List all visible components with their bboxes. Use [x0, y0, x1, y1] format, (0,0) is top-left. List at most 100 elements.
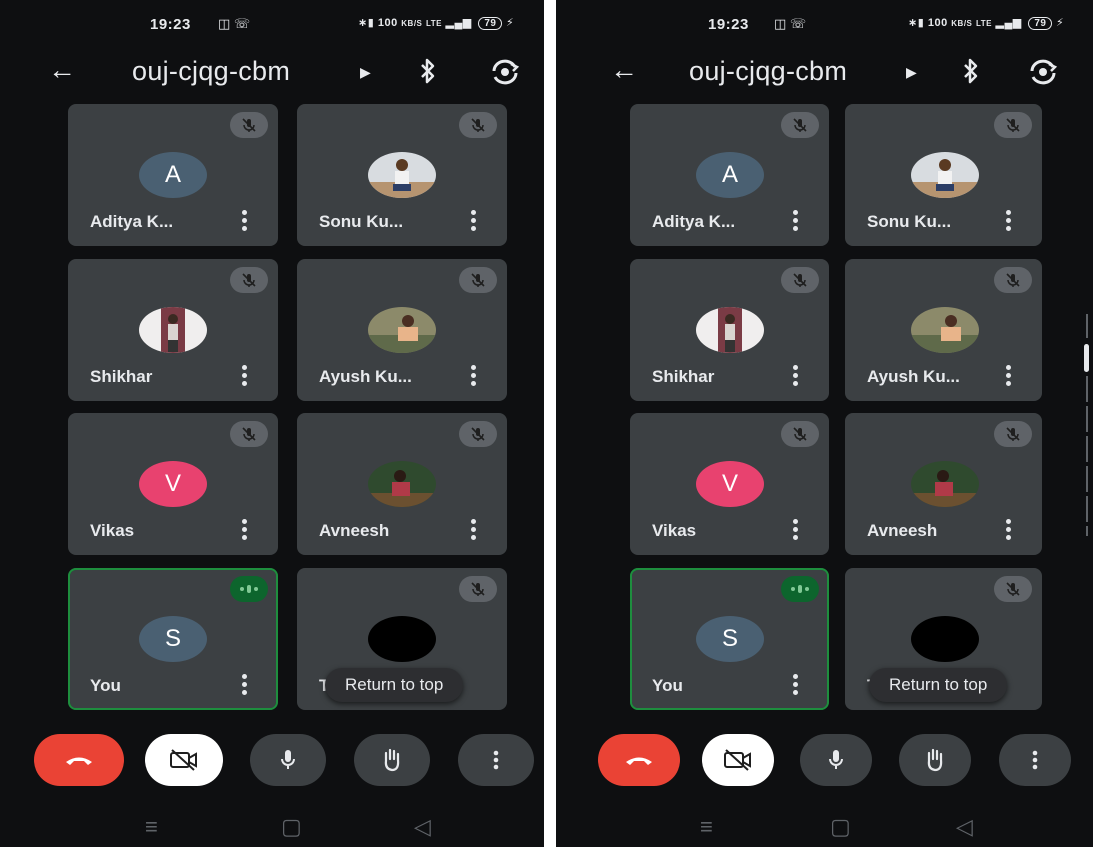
call-controls	[0, 734, 544, 792]
bluetooth-icon[interactable]	[961, 58, 981, 89]
more-options-button[interactable]	[999, 734, 1071, 786]
participant-tile[interactable]: Shikhar	[630, 259, 829, 401]
avatar-photo	[368, 307, 436, 353]
more-vert-icon[interactable]	[793, 674, 799, 695]
more-vert-icon[interactable]	[471, 519, 477, 540]
hangup-button[interactable]	[598, 734, 680, 786]
participant-tile[interactable]: Sonu Ku...	[297, 104, 507, 246]
net-unit: KB/S	[951, 19, 973, 28]
more-vert-icon[interactable]	[471, 365, 477, 386]
more-vert-icon[interactable]	[242, 210, 248, 231]
speaking-icon	[781, 576, 819, 602]
mic-off-icon	[781, 421, 819, 447]
participant-tile[interactable]: Ta Return to top	[845, 568, 1042, 710]
raise-hand-button[interactable]	[354, 734, 430, 786]
mic-off-icon	[230, 421, 268, 447]
participant-tile[interactable]: A Aditya K...	[68, 104, 278, 246]
recent-apps-icon[interactable]: ≡	[700, 814, 713, 840]
meeting-info-caret-icon[interactable]: ▶	[360, 64, 371, 81]
call-controls	[556, 734, 1093, 792]
participant-name: Sonu Ku...	[319, 212, 404, 231]
net-speed: 100	[927, 17, 948, 29]
mic-off-icon	[459, 576, 497, 602]
mic-toggle-button[interactable]	[800, 734, 872, 786]
status-notification-icons: ◫ ☏	[218, 16, 251, 31]
mic-off-icon	[230, 267, 268, 293]
more-vert-icon[interactable]	[1006, 519, 1012, 540]
avatar-photo	[368, 461, 436, 507]
participant-tile[interactable]: V Vikas	[630, 413, 829, 555]
participant-tile[interactable]: Sonu Ku...	[845, 104, 1042, 246]
more-options-button[interactable]	[458, 734, 534, 786]
more-vert-icon[interactable]	[793, 519, 799, 540]
scrollbar-thumb[interactable]	[1084, 344, 1089, 372]
signal-icon: ▂▄▆	[995, 17, 1022, 29]
signal-icon: ▂▄▆	[445, 17, 472, 29]
bluetooth-icon[interactable]	[418, 58, 438, 89]
avatar: V	[139, 461, 207, 507]
switch-camera-icon[interactable]	[1026, 58, 1060, 91]
more-vert-icon	[1032, 750, 1038, 770]
participant-name: You	[90, 676, 121, 695]
participant-name: Aditya K...	[90, 212, 174, 231]
meeting-code[interactable]: ouj-cjqg-cbm	[689, 56, 847, 87]
home-icon[interactable]: ▢	[830, 814, 851, 840]
mic-off-icon	[781, 267, 819, 293]
more-vert-icon[interactable]	[1006, 210, 1012, 231]
participant-tile[interactable]: Avneesh	[297, 413, 507, 555]
more-vert-icon[interactable]	[1006, 365, 1012, 386]
back-arrow-icon[interactable]: ←	[48, 54, 76, 86]
participant-tile[interactable]: Ta Return to top	[297, 568, 507, 710]
participant-name: Shikhar	[652, 367, 715, 386]
video-off-icon	[170, 749, 197, 771]
bluetooth-status-icon: ∗▮	[908, 17, 925, 29]
meeting-app-bar: ← ouj-cjqg-cbm ▶	[556, 52, 1093, 92]
mic-off-icon	[781, 112, 819, 138]
participant-tile[interactable]: Ayush Ku...	[297, 259, 507, 401]
participant-tile-self[interactable]: S You	[68, 568, 278, 710]
mic-icon	[829, 750, 843, 769]
meeting-code[interactable]: ouj-cjqg-cbm	[132, 56, 290, 87]
participant-tile[interactable]: Shikhar	[68, 259, 278, 401]
mic-toggle-button[interactable]	[250, 734, 326, 786]
avatar-photo	[139, 307, 207, 353]
participant-tile[interactable]: A Aditya K...	[630, 104, 829, 246]
battery-icon: 79	[1028, 17, 1053, 30]
more-vert-icon[interactable]	[471, 210, 477, 231]
grid-scrollbar[interactable]	[1084, 314, 1090, 536]
more-vert-icon[interactable]	[793, 365, 799, 386]
return-to-top-button[interactable]: Return to top	[869, 668, 1008, 702]
more-vert-icon[interactable]	[793, 210, 799, 231]
avatar-photo	[911, 461, 979, 507]
recent-apps-icon[interactable]: ≡	[145, 814, 158, 840]
switch-camera-icon[interactable]	[488, 58, 522, 91]
avatar-photo	[368, 152, 436, 198]
avatar: A	[696, 152, 764, 198]
raise-hand-icon	[927, 748, 943, 772]
home-icon[interactable]: ▢	[281, 814, 302, 840]
meeting-info-caret-icon[interactable]: ▶	[906, 64, 917, 81]
more-vert-icon[interactable]	[242, 519, 248, 540]
participant-name: Sonu Ku...	[867, 212, 952, 231]
participant-tile[interactable]: Ayush Ku...	[845, 259, 1042, 401]
net-speed: 100	[377, 17, 398, 29]
participant-name: Shikhar	[90, 367, 153, 386]
more-vert-icon[interactable]	[242, 365, 248, 386]
return-to-top-button[interactable]: Return to top	[325, 668, 464, 702]
video-toggle-button[interactable]	[145, 734, 223, 786]
back-nav-icon[interactable]: ◁	[956, 814, 973, 840]
meeting-app-bar: ← ouj-cjqg-cbm ▶	[0, 52, 544, 92]
raise-hand-button[interactable]	[899, 734, 971, 786]
lte-label: LTE	[425, 19, 442, 28]
more-vert-icon[interactable]	[242, 674, 248, 695]
back-arrow-icon[interactable]: ←	[610, 54, 638, 86]
back-nav-icon[interactable]: ◁	[414, 814, 431, 840]
participant-tile[interactable]: V Vikas	[68, 413, 278, 555]
hangup-button[interactable]	[34, 734, 124, 786]
participant-name: Ayush Ku...	[319, 367, 412, 386]
participant-tile[interactable]: Avneesh	[845, 413, 1042, 555]
video-toggle-button[interactable]	[702, 734, 774, 786]
status-notification-icons: ◫ ☏	[774, 16, 807, 31]
avatar-photo	[911, 152, 979, 198]
participant-tile-self[interactable]: S You	[630, 568, 829, 710]
